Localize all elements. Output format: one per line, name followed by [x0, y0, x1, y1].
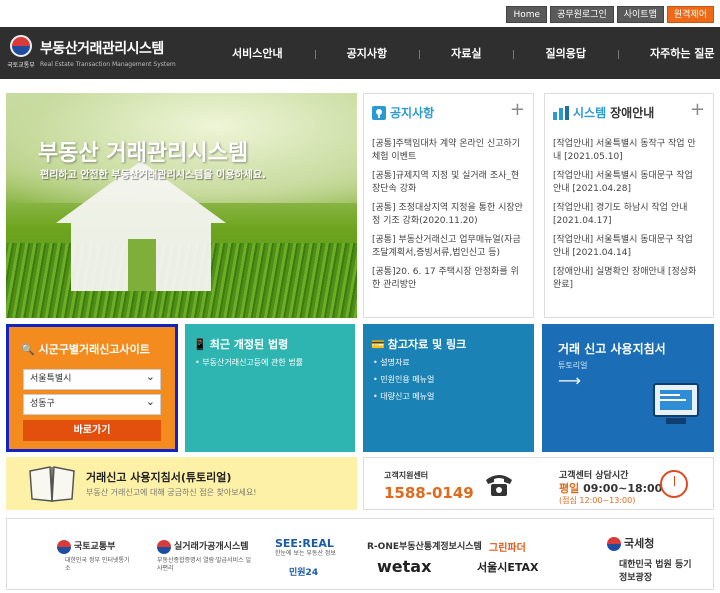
nts-link[interactable]: 국세청 [607, 535, 654, 551]
call-center-panel: 고객지원센터 1588-0149 고객센터 상담시간 평일 09:00~18:0… [363, 457, 714, 510]
tutorial-subtitle: 부동산 거래신고에 대해 궁금하신 점은 찾아보세요! [86, 488, 257, 497]
lunch-hours: (점심 12:00~13:00) [559, 496, 636, 505]
utility-bar: Home 공무원로그인 사이트맵 원격제어 [506, 6, 714, 23]
guide-subtitle: 튜토리얼 [558, 361, 588, 370]
weekday-label: 평일 [559, 482, 580, 495]
remote-control-button[interactable]: 원격제어 [666, 6, 714, 23]
sitemap-button[interactable]: 사이트맵 [616, 6, 664, 23]
notice-item[interactable]: [공통]주택임대차 계약 온라인 신고하기 체험 이벤트 [372, 138, 523, 164]
seereal-link[interactable]: SEE:REAL 한눈에 보는 부동산 정보 [275, 537, 336, 558]
sido-select[interactable]: 서울특별시 [23, 367, 161, 390]
go-button[interactable]: 바로가기 [23, 420, 161, 441]
nav-notice[interactable]: 공지사항 [314, 45, 419, 61]
main-nav: 서비스안내 공지사항 자료실 질의응답 자주하는 질문 [200, 27, 720, 79]
rone-link[interactable]: R-ONE부동산통계정보시스템 [367, 539, 482, 552]
laws-heading: 📱 최근 개정된 법령 [193, 336, 288, 352]
rtms-emblem-icon [157, 539, 171, 554]
nav-faq[interactable]: 자주하는 질문 [617, 45, 720, 61]
laws-item[interactable]: • 부동산거래신고등에 관한 법률 [195, 357, 303, 369]
court-registry-link[interactable]: 대한민국 법원 등기정보광장 [619, 557, 699, 583]
notice-item[interactable]: [공통] 조정대상지역 지정을 통한 시장안정 기조 강화(2020.11.20… [372, 202, 523, 228]
user-guide-panel[interactable]: 거래 신고 사용지침서 튜토리얼 ⟶ [542, 324, 714, 452]
region-site-panel: 🔍 시군구별거래신고사이트 서울특별시 성동구 바로가기 [6, 324, 178, 452]
system-item[interactable]: [장애안내] 실명확인 장애안내 [정상화 완료] [553, 266, 703, 292]
book-icon [29, 466, 75, 502]
callcenter-label: 고객지원센터 [384, 471, 429, 480]
system-outage-panel: 시스템 장애안내 + [작업안내] 서울특별시 동작구 작업 안내 [2021.… [544, 93, 714, 318]
hours-value: 09:00~18:00 [583, 482, 663, 495]
arrow-right-icon: ⟶ [558, 371, 581, 390]
system-title-sub: 장애안내 [610, 106, 655, 120]
lightbulb-icon [372, 105, 386, 120]
nts-emblem-icon [607, 537, 621, 551]
tutorial-title: 거래신고 사용지침서(튜토리얼) [86, 471, 232, 484]
molit-emblem-icon [57, 539, 71, 554]
phone-book-icon: 📱 [193, 337, 207, 351]
ministry-name: 국토교통부 [7, 62, 35, 69]
site-title: 부동산거래관리시스템 [40, 41, 164, 57]
nav-qna[interactable]: 질의응답 [513, 45, 617, 61]
region-heading: 🔍 시군구별거래신고사이트 [21, 341, 150, 357]
system-heading: 시스템 장애안내 [553, 104, 654, 121]
region-title: 시군구별거래신고사이트 [38, 343, 150, 356]
refs-item[interactable]: • 설명자료 [373, 357, 434, 369]
search-icon: 🔍 [21, 343, 35, 356]
hero-banner: 부동산 거래관리시스템 편리하고 안전한 부동산거래관리시스템을 이용하세요. [6, 93, 357, 318]
notice-item[interactable]: [공통]20. 6. 17 주택시장 안정화를 위한 관리방안 [372, 266, 523, 292]
notice-list: [공통]주택임대차 계약 온라인 신고하기 체험 이벤트 [공통]규제지역 지정… [372, 138, 523, 298]
references-panel: 💳 참고자료 및 링크 • 설명자료 • 민원인용 메뉴얼 • 대량신고 메뉴얼 [363, 324, 534, 452]
card-icon: 💳 [371, 337, 385, 351]
home-button[interactable]: Home [506, 6, 548, 23]
callcenter-number: 1588-0149 [384, 484, 474, 502]
system-list: [작업안내] 서울특별시 동작구 작업 안내 [2021.05.10] [작업안… [553, 138, 703, 298]
monitor-icon [653, 383, 699, 424]
laws-list: • 부동산거래신고등에 관한 법률 [195, 357, 303, 374]
system-item[interactable]: [작업안내] 서울특별시 동대문구 작업 안내 [2021.04.28] [553, 170, 703, 196]
weekday-hours: 평일 09:00~18:00 [559, 480, 662, 496]
system-more-button[interactable]: + [690, 101, 705, 119]
refs-title: 참고자료 및 링크 [387, 338, 467, 351]
official-login-button[interactable]: 공무원로그인 [550, 6, 614, 23]
site-brand[interactable]: 부동산거래관리시스템 Real Estate Transaction Manag… [40, 38, 176, 68]
refs-item[interactable]: • 대량신고 메뉴얼 [373, 391, 434, 403]
nav-service[interactable]: 서비스안내 [200, 45, 315, 61]
notice-title: 공지사항 [390, 106, 435, 120]
system-item[interactable]: [작업안내] 서울특별시 동대문구 작업 안내 [2021.04.14] [553, 234, 703, 260]
chart-icon [553, 105, 569, 120]
molit-link[interactable]: 국토교통부 [57, 539, 115, 554]
ministry-logo[interactable]: 국토교통부 [6, 35, 36, 71]
internet-registry-link[interactable]: 대한민국 정부 인터넷통기소 [65, 557, 135, 573]
certificate-service-link[interactable]: 부동산종합증명서 열람·발급서비스 일사편리 [157, 557, 252, 573]
etax-link[interactable]: 서울시ETAX [477, 559, 539, 575]
site-subtitle: Real Estate Transaction Management Syste… [40, 61, 176, 68]
ministry-emblem-icon [10, 35, 32, 57]
notice-more-button[interactable]: + [510, 101, 525, 119]
hero-subtitle: 편리하고 안전한 부동산거래관리시스템을 이용하세요. [40, 170, 266, 181]
refs-heading: 💳 참고자료 및 링크 [371, 336, 466, 352]
clock-icon [660, 470, 688, 498]
system-item[interactable]: [작업안내] 경기도 하남시 작업 안내 [2021.04.17] [553, 202, 703, 228]
partner-links: 국토교통부 대한민국 정부 인터넷통기소 실거래가공개시스템 부동산종합증명서 … [6, 518, 714, 590]
notice-heading: 공지사항 [372, 104, 434, 121]
system-item[interactable]: [작업안내] 서울특별시 동작구 작업 안내 [2021.05.10] [553, 138, 703, 164]
tutorial-banner[interactable]: 거래신고 사용지침서(튜토리얼) 부동산 거래신고에 대해 궁금하신 점은 찾아… [6, 457, 357, 510]
laws-title: 최근 개정된 법령 [209, 338, 289, 351]
telephone-icon [486, 475, 512, 496]
minwon24-link[interactable]: 민원24 [289, 565, 318, 578]
notice-item[interactable]: [공통] 부동산거래신고 업무매뉴얼(자금조달계획서,증빙서류,법인신고 등) [372, 234, 523, 260]
header: 국토교통부 부동산거래관리시스템 Real Estate Transaction… [0, 27, 720, 79]
nav-archive[interactable]: 자료실 [419, 45, 513, 61]
notice-item[interactable]: [공통]규제지역 지정 및 실거래 조사_현장단속 강화 [372, 170, 523, 196]
notice-panel: 공지사항 + [공통]주택임대차 계약 온라인 신고하기 체험 이벤트 [공통]… [363, 93, 534, 318]
greenfather-link[interactable]: 그린파더 [489, 539, 526, 554]
recent-laws-panel[interactable]: 📱 최근 개정된 법령 • 부동산거래신고등에 관한 법률 [185, 324, 355, 452]
refs-list: • 설명자료 • 민원인용 메뉴얼 • 대량신고 메뉴얼 [373, 357, 434, 408]
wetax-link[interactable]: wetax [377, 557, 431, 576]
sigungu-select[interactable]: 성동구 [23, 392, 161, 415]
rtms-link[interactable]: 실거래가공개시스템 [157, 539, 249, 554]
refs-item[interactable]: • 민원인용 메뉴얼 [373, 374, 434, 386]
hero-title: 부동산 거래관리시스템 [38, 141, 249, 166]
guide-title: 거래 신고 사용지침서 [558, 342, 666, 356]
system-title: 시스템 [573, 106, 607, 120]
